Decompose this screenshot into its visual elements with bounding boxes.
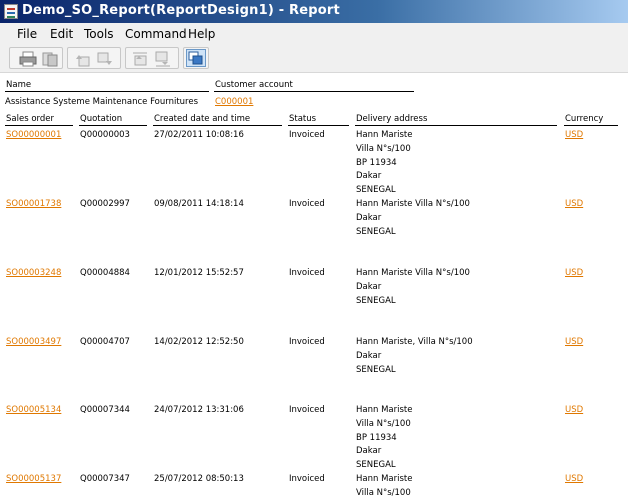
sales-order-link[interactable]: SO00003248 <box>6 268 61 278</box>
delivery-address-line: BP 11934 <box>356 157 397 168</box>
status-cell: Invoiced <box>289 130 325 140</box>
delivery-address-line: Villa N°s/100 <box>356 418 411 429</box>
customer-account-link[interactable]: C000001 <box>215 97 253 107</box>
name-header: Name <box>6 80 32 90</box>
report-page: Name Customer account Assistance Systeme… <box>0 73 628 503</box>
created-datetime-cell: 14/02/2012 12:52:50 <box>154 337 244 347</box>
created-datetime-cell: 25/07/2012 08:50:13 <box>154 474 244 484</box>
delivery-address-line: BP 11934 <box>356 432 397 443</box>
delivery-address-line: Dakar <box>356 446 382 457</box>
delivery-address-line: Dakar <box>356 281 382 292</box>
menu-bar: File Edit Tools Command Help <box>0 23 628 44</box>
created-datetime-cell: 27/02/2011 10:08:16 <box>154 130 244 140</box>
quotation-cell: Q00007347 <box>80 474 130 484</box>
status-cell: Invoiced <box>289 199 325 209</box>
quotation-cell: Q00007344 <box>80 405 130 415</box>
export-icon[interactable] <box>41 51 59 67</box>
delivery-address-line: SENEGAL <box>356 185 396 196</box>
col-underline-sales-order <box>5 125 73 126</box>
col-header-quotation: Quotation <box>80 114 123 124</box>
quotation-cell: Q00002997 <box>80 199 130 209</box>
currency-link[interactable]: USD <box>565 268 583 278</box>
menu-edit[interactable]: Edit <box>50 27 73 41</box>
col-header-currency: Currency <box>565 114 604 124</box>
currency-link[interactable]: USD <box>565 199 583 209</box>
delivery-address-line: Villa N°s/100 <box>356 487 411 498</box>
report-app-icon <box>4 4 18 19</box>
account-header-underline <box>214 91 414 92</box>
sales-order-link[interactable]: SO00005137 <box>6 474 61 484</box>
layout-icon[interactable] <box>186 49 206 67</box>
delivery-address-line: Dakar <box>356 171 382 182</box>
page-down-icon[interactable] <box>96 51 114 67</box>
col-underline-currency <box>564 125 618 126</box>
status-cell: Invoiced <box>289 405 325 415</box>
toolbar-group-output <box>9 47 63 69</box>
toolbar-group-navigation <box>125 47 179 69</box>
menu-file[interactable]: File <box>17 27 37 41</box>
status-cell: Invoiced <box>289 337 325 347</box>
delivery-address-line: SENEGAL <box>356 460 396 471</box>
customer-account-header: Customer account <box>215 80 293 90</box>
menu-command[interactable]: Command <box>125 27 187 41</box>
delivery-address-line: SENEGAL <box>356 295 396 306</box>
created-datetime-cell: 12/01/2012 15:52:57 <box>154 268 244 278</box>
delivery-address-line: Hann Mariste, Villa N°s/100 <box>356 337 473 347</box>
col-underline-created <box>153 125 282 126</box>
created-datetime-cell: 09/08/2011 14:18:14 <box>154 199 244 209</box>
toolbar-group-paging <box>67 47 121 69</box>
page-up-icon[interactable] <box>73 51 91 67</box>
quotation-cell: Q00004707 <box>80 337 130 347</box>
sales-order-link[interactable]: SO00003497 <box>6 337 61 347</box>
delivery-address-line: Hann Mariste Villa N°s/100 <box>356 268 470 278</box>
sales-order-link[interactable]: SO00001738 <box>6 199 61 209</box>
first-page-icon[interactable] <box>131 51 149 67</box>
delivery-address-line: Dakar <box>356 350 382 361</box>
delivery-address-line: SENEGAL <box>356 226 396 237</box>
delivery-address-line: Hann Mariste <box>356 405 413 415</box>
delivery-address-line: Hann Mariste <box>356 130 413 140</box>
delivery-address-line: Hann Mariste <box>356 474 413 484</box>
currency-link[interactable]: USD <box>565 405 583 415</box>
delivery-address-line: Dakar <box>356 212 382 223</box>
toolbar <box>0 44 628 73</box>
quotation-cell: Q00004884 <box>80 268 130 278</box>
delivery-address-line: Villa N°s/100 <box>356 143 411 154</box>
sales-order-link[interactable]: SO00000001 <box>6 130 61 140</box>
col-underline-status <box>288 125 349 126</box>
col-underline-delivery <box>355 125 557 126</box>
delivery-address-line: SENEGAL <box>356 364 396 375</box>
last-page-icon[interactable] <box>154 51 172 67</box>
sales-order-link[interactable]: SO00005134 <box>6 405 61 415</box>
currency-link[interactable]: USD <box>565 337 583 347</box>
created-datetime-cell: 24/07/2012 13:31:06 <box>154 405 244 415</box>
col-header-status: Status <box>289 114 317 124</box>
menu-tools[interactable]: Tools <box>84 27 114 41</box>
col-underline-quotation <box>79 125 147 126</box>
col-header-sales-order: Sales order <box>6 114 54 124</box>
col-header-delivery: Delivery address <box>356 114 428 124</box>
quotation-cell: Q00000003 <box>80 130 130 140</box>
currency-link[interactable]: USD <box>565 130 583 140</box>
status-cell: Invoiced <box>289 268 325 278</box>
menu-help[interactable]: Help <box>188 27 215 41</box>
col-header-created: Created date and time <box>154 114 251 124</box>
currency-link[interactable]: USD <box>565 474 583 484</box>
status-cell: Invoiced <box>289 474 325 484</box>
title-bar: Demo_SO_Report(ReportDesign1) - Report <box>0 0 628 23</box>
window-title: Demo_SO_Report(ReportDesign1) - Report <box>22 3 340 18</box>
delivery-address-line: Hann Mariste Villa N°s/100 <box>356 199 470 209</box>
print-icon[interactable] <box>19 51 37 67</box>
toolbar-group-layout <box>183 47 209 69</box>
name-header-underline <box>5 91 209 92</box>
customer-name: Assistance Systeme Maintenance Fournitur… <box>5 97 199 107</box>
